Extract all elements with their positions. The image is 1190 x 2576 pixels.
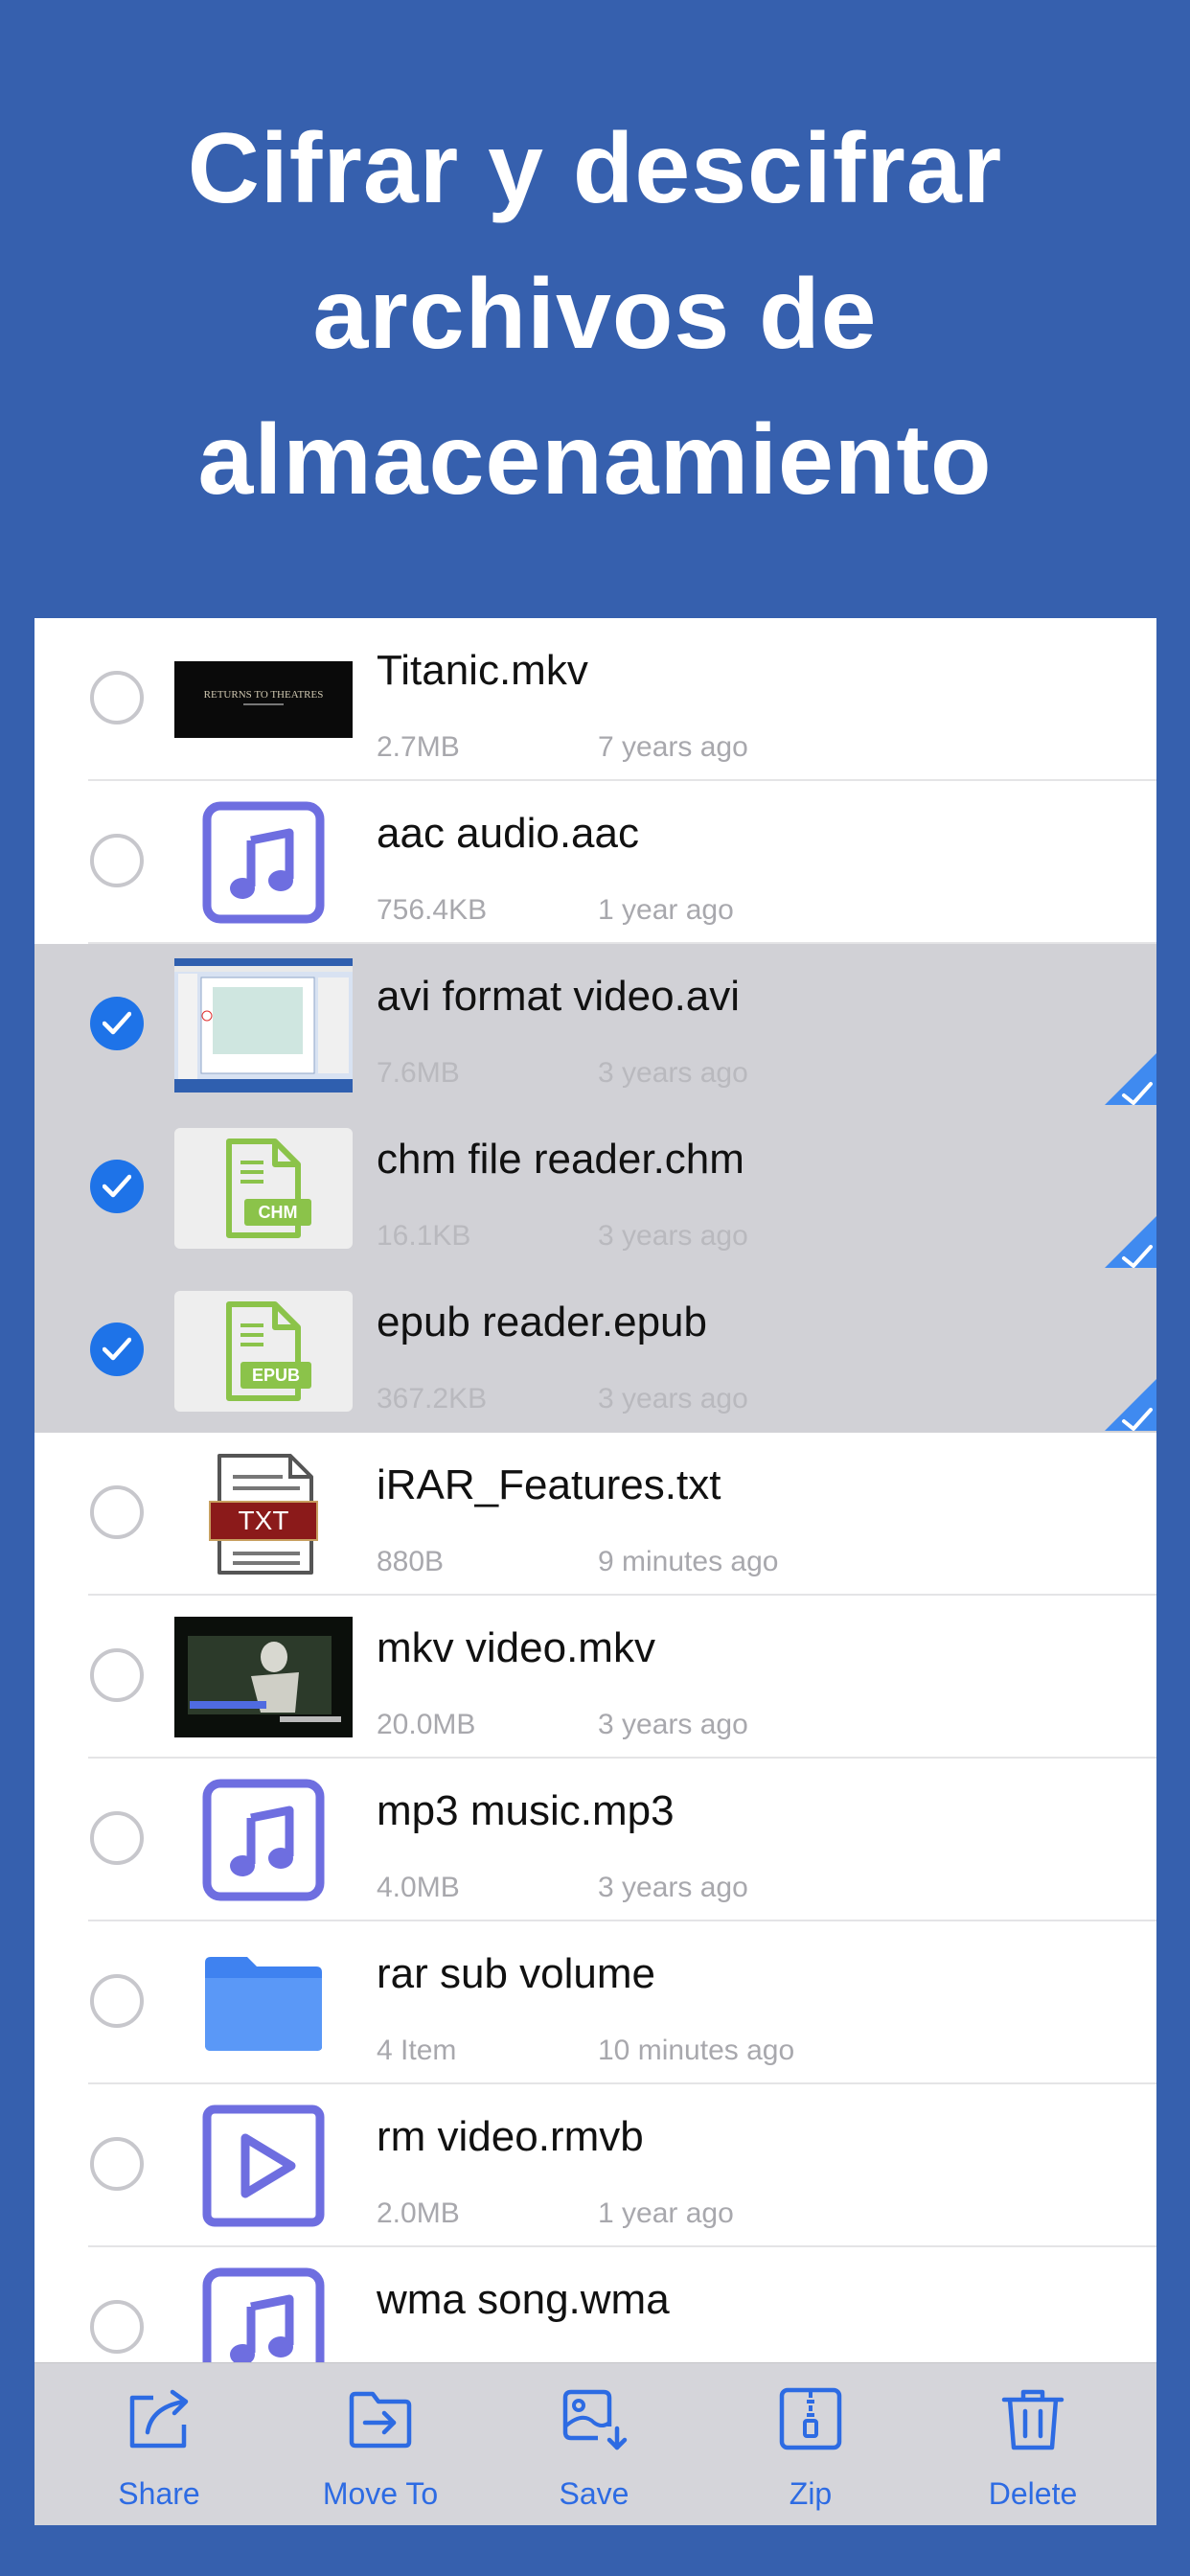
file-size: 20.0MB <box>377 1709 476 1740</box>
file-row[interactable]: rm video.rmvb 2.0MB 1 year ago <box>34 2084 1156 2247</box>
zip-icon <box>779 2387 842 2450</box>
file-row[interactable]: rar sub volume 4 Item 10 minutes ago <box>34 1921 1156 2084</box>
file-size: 2.7MB <box>377 731 460 763</box>
headline-line-1: Cifrar y descifrar <box>187 113 1003 224</box>
document-icon: EPUB <box>174 1291 353 1412</box>
select-radio[interactable] <box>90 2300 144 2354</box>
file-date: 3 years ago <box>598 1220 748 1252</box>
thumbnail-caption: RETURNS TO THEATRES <box>204 689 324 701</box>
headline: Cifrar y descifrar archivos de almacenam… <box>0 96 1190 533</box>
select-radio-checked[interactable] <box>90 997 144 1050</box>
file-name: aac audio.aac <box>377 810 639 857</box>
select-radio-checked[interactable] <box>90 1322 144 1376</box>
video-thumbnail: RETURNS TO THEATRES <box>174 639 353 760</box>
file-size: 367.2KB <box>377 1383 488 1414</box>
item-count: 4 Item <box>377 2035 457 2066</box>
select-radio[interactable] <box>90 1648 144 1702</box>
file-row[interactable]: mp3 music.mp3 4.0MB 3 years ago <box>34 1759 1156 1921</box>
file-size: 16.1KB <box>377 1220 471 1252</box>
zip-label: Zip <box>789 2476 833 2511</box>
file-date: 3 years ago <box>598 1709 748 1740</box>
file-row[interactable]: CHM chm file reader.chm 16.1KB 3 years a… <box>34 1107 1156 1270</box>
save-label: Save <box>559 2476 629 2511</box>
file-date: 9 minutes ago <box>598 1546 779 1577</box>
file-size: 7.6MB <box>377 1057 460 1089</box>
select-radio[interactable] <box>90 671 144 724</box>
share-button[interactable]: Share <box>63 2363 255 2525</box>
file-name: chm file reader.chm <box>377 1136 744 1183</box>
share-label: Share <box>118 2476 200 2511</box>
file-size: 4.0MB <box>377 1872 460 1903</box>
file-row[interactable]: RETURNS TO THEATRES Titanic.mkv 2.7MB 7 … <box>34 618 1156 781</box>
video-thumbnail <box>174 1617 353 1737</box>
file-row[interactable]: avi format video.avi 7.6MB 3 years ago <box>34 944 1156 1107</box>
file-name: rar sub volume <box>377 1950 656 1997</box>
file-row[interactable]: aac audio.aac 756.4KB 1 year ago <box>34 781 1156 944</box>
file-name: mp3 music.mp3 <box>377 1787 675 1834</box>
select-radio[interactable] <box>90 834 144 887</box>
move-to-label: Move To <box>322 2476 439 2511</box>
file-date: 1 year ago <box>598 2197 734 2229</box>
selected-corner-check-icon <box>1103 1379 1156 1433</box>
file-name: wma song.wma <box>377 2276 670 2323</box>
select-radio-checked[interactable] <box>90 1160 144 1213</box>
headline-line-3: almacenamiento <box>197 404 993 516</box>
text-file-icon: TXT <box>174 1454 353 1575</box>
file-type-badge: EPUB <box>252 1366 300 1385</box>
file-name: rm video.rmvb <box>377 2113 644 2160</box>
save-button[interactable]: Save <box>498 2363 690 2525</box>
headline-line-2: archivos de <box>312 259 878 370</box>
file-size: 880B <box>377 1546 445 1577</box>
select-radio[interactable] <box>90 2137 144 2191</box>
file-size: 2.0MB <box>377 2197 460 2229</box>
file-type-badge: TXT <box>239 1506 289 1535</box>
play-icon <box>174 2104 353 2227</box>
music-note-icon <box>174 801 353 924</box>
file-date: 3 years ago <box>598 1872 748 1903</box>
file-date: 1 year ago <box>598 894 734 926</box>
file-name: iRAR_Features.txt <box>377 1461 721 1508</box>
file-date: 3 years ago <box>598 1057 748 1089</box>
select-radio[interactable] <box>90 1811 144 1865</box>
share-icon <box>129 2389 189 2449</box>
file-size: 756.4KB <box>377 894 488 926</box>
save-image-icon <box>562 2389 628 2450</box>
file-row[interactable]: EPUB epub reader.epub 367.2KB 3 years ag… <box>34 1270 1156 1433</box>
music-note-icon <box>174 1779 353 1901</box>
file-name: epub reader.epub <box>377 1299 707 1346</box>
folder-move-icon <box>349 2391 412 2449</box>
select-radio[interactable] <box>90 1485 144 1539</box>
file-row[interactable]: mkv video.mkv 20.0MB 3 years ago <box>34 1596 1156 1759</box>
file-name: mkv video.mkv <box>377 1624 655 1671</box>
folder-icon <box>174 1943 353 2063</box>
selected-corner-check-icon <box>1103 1053 1156 1107</box>
delete-label: Delete <box>988 2476 1078 2511</box>
document-icon: CHM <box>174 1128 353 1249</box>
file-name: avi format video.avi <box>377 973 741 1020</box>
screenshot-thumbnail <box>174 958 353 1092</box>
file-type-badge: CHM <box>259 1203 298 1222</box>
file-date: 3 years ago <box>598 1383 748 1414</box>
move-to-button[interactable]: Move To <box>285 2363 476 2525</box>
select-radio[interactable] <box>90 1974 144 2028</box>
file-date: 7 years ago <box>598 731 748 763</box>
trash-icon <box>1001 2389 1064 2450</box>
selected-corner-check-icon <box>1103 1216 1156 1270</box>
zip-button[interactable]: Zip <box>715 2363 906 2525</box>
delete-button[interactable]: Delete <box>937 2363 1129 2525</box>
file-name: Titanic.mkv <box>377 647 588 694</box>
file-date: 10 minutes ago <box>598 2035 795 2066</box>
file-list-panel: RETURNS TO THEATRES Titanic.mkv 2.7MB 7 … <box>34 618 1156 2525</box>
file-row[interactable]: TXT iRAR_Features.txt 880B 9 minutes ago <box>34 1433 1156 1596</box>
bottom-toolbar: Share Move To Save Zip Delete <box>34 2362 1156 2525</box>
